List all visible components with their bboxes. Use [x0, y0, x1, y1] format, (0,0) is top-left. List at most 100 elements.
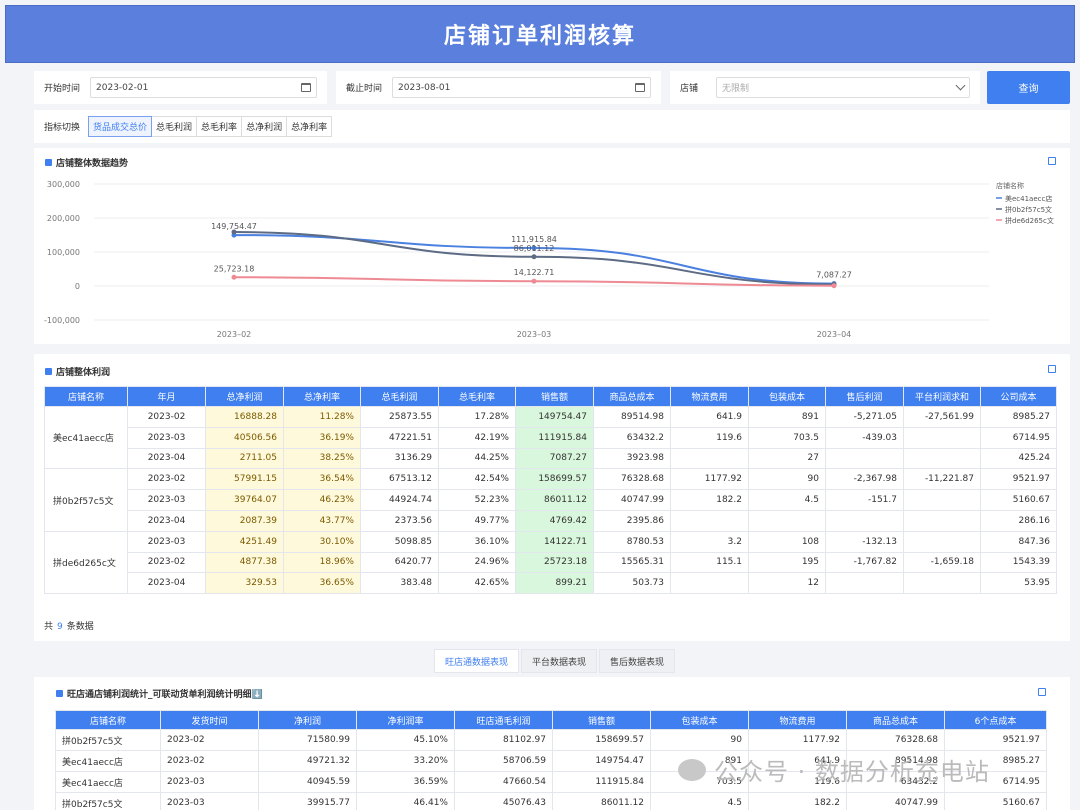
profit-col-header: 商品总成本: [593, 386, 671, 407]
table-cell: 36.65%: [283, 572, 361, 595]
legend-entry: 拼de6d265c文: [1005, 216, 1054, 225]
table-cell: 9521.97: [944, 729, 1047, 751]
table-row: 2023-03 39764.07 46.23% 44924.74 52.23% 86011…: [45, 489, 1057, 511]
watermark-text: 公众号 · 数据分析充电站: [714, 758, 990, 786]
tab-aftersale-data[interactable]: 售后数据表现: [599, 649, 676, 673]
profit-col-header: 公司成本: [980, 386, 1057, 407]
y-tick-label: 0: [75, 282, 80, 291]
table-cell: 46.41%: [356, 792, 455, 810]
data-point: [831, 283, 837, 289]
data-sub-tabs: 旺店通数据表现 平台数据表现 售后数据表现: [434, 649, 677, 673]
table-cell: 美ec41aecc店: [55, 750, 161, 772]
table-cell: 47660.54: [454, 771, 553, 793]
calendar-icon: [635, 83, 645, 92]
table-cell: 5160.67: [944, 792, 1047, 810]
tab-net-profit[interactable]: 总净利润: [241, 116, 288, 137]
tab-gross-margin[interactable]: 总毛利率: [196, 116, 243, 137]
export-icon[interactable]: [1038, 688, 1046, 696]
trend-title-text: 店铺整体数据趋势: [56, 159, 129, 169]
table-cell: 36.54%: [283, 468, 361, 491]
table-cell: 158699.57: [515, 468, 594, 491]
tab-wdt-data[interactable]: 旺店通数据表现: [434, 649, 520, 673]
table-cell: 4251.49: [205, 530, 284, 553]
table-cell: 57991.15: [205, 468, 284, 491]
profit-col-header: 物流费用: [670, 386, 749, 407]
table-cell: 6420.77: [360, 551, 439, 574]
table-cell: 45.10%: [356, 729, 455, 751]
table-cell: 44.25%: [438, 447, 516, 470]
table-cell: 49721.32: [258, 750, 357, 772]
detail-title-text: 旺店通店铺利润统计_可联动货单利润统计明细⬇️: [67, 690, 263, 700]
metric-switch-label: 指标切换: [44, 123, 81, 133]
table-cell: [825, 447, 904, 470]
detail-title: 旺店通店铺利润统计_可联动货单利润统计明细⬇️: [56, 687, 263, 700]
table-cell: 503.73: [593, 572, 671, 595]
table-cell: [825, 572, 904, 595]
table-cell: 76328.68: [593, 468, 671, 491]
tab-gross-profit[interactable]: 总毛利润: [151, 116, 198, 137]
data-label: 14,122.71: [514, 268, 555, 277]
tab-gmv[interactable]: 货品成交总价: [88, 116, 153, 137]
table-row: 拼0b2f57c5文 2023-03 39915.77 46.41% 45076.43 8…: [55, 792, 1047, 810]
table-cell: 15565.31: [593, 551, 671, 574]
detail-col-header: 店铺名称: [55, 710, 161, 730]
table-icon: [56, 690, 63, 697]
chart-icon: [45, 159, 52, 166]
table-cell: 119.6: [670, 426, 749, 449]
x-tick-label: 2023–02: [217, 330, 252, 339]
table-cell: 42.19%: [438, 426, 516, 449]
table-cell: 49.77%: [438, 509, 516, 532]
table-cell: 33.20%: [356, 750, 455, 772]
table-cell: 44924.74: [360, 489, 439, 511]
table-cell: 42.54%: [438, 468, 516, 491]
table-cell: -1,767.82: [825, 551, 904, 574]
table-cell: 63432.2: [593, 426, 671, 449]
data-label: 111,915.84: [511, 235, 557, 244]
table-row: 2023-04 2711.05 38.25% 3136.29 44.25% 7087.27…: [45, 447, 1057, 470]
end-date-input[interactable]: 2023-08-01: [392, 77, 651, 98]
detail-col-header: 净利润率: [356, 710, 455, 730]
export-icon[interactable]: [1048, 157, 1056, 165]
table-cell: 27: [748, 447, 826, 470]
export-icon[interactable]: [1048, 365, 1056, 373]
table-cell: 2087.39: [205, 509, 284, 532]
table-cell: 2023-02: [160, 750, 259, 772]
table-cell: 36.19%: [283, 426, 361, 449]
data-point: [231, 274, 237, 280]
store-name-cell: 拼0b2f57c5文: [44, 468, 128, 532]
query-button[interactable]: 查询: [987, 71, 1070, 104]
start-date-label: 开始时间: [44, 84, 81, 94]
table-cell: 2023-04: [127, 509, 206, 532]
table-cell: 24.96%: [438, 551, 516, 574]
table-cell: 71580.99: [258, 729, 357, 751]
table-row: 2023-04 329.53 36.65% 383.48 42.65% 899.21 503…: [45, 572, 1057, 595]
table-cell: 39764.07: [205, 489, 284, 511]
table-cell: 90: [650, 729, 749, 751]
profit-col-header: 销售额: [515, 386, 594, 407]
y-tick-label: 300,000: [47, 180, 80, 189]
table-cell: 286.16: [980, 509, 1057, 532]
table-cell: 46.23%: [283, 489, 361, 511]
table-cell: 7087.27: [515, 447, 594, 470]
start-date-input[interactable]: 2023-02-01: [90, 77, 317, 98]
data-point: [231, 229, 237, 235]
table-cell: 5098.85: [360, 530, 439, 553]
x-tick-label: 2023–04: [817, 330, 852, 339]
legend-entry: 美ec41aecc店: [1005, 194, 1052, 203]
start-date-value: 2023-02-01: [96, 82, 149, 93]
table-cell: 2023-02: [160, 729, 259, 751]
y-tick-label: 100,000: [47, 248, 80, 257]
detail-col-header: 销售额: [552, 710, 651, 730]
data-point: [531, 254, 537, 260]
table-cell: 47221.51: [360, 426, 439, 449]
store-select[interactable]: 无限制: [716, 77, 970, 98]
table-cell: 4877.38: [205, 551, 284, 574]
page-title: 店铺订单利润核算: [443, 24, 636, 49]
store-label: 店铺: [680, 84, 699, 94]
tab-net-margin[interactable]: 总净利率: [286, 116, 333, 137]
table-cell: 2395.86: [593, 509, 671, 532]
table-cell: 329.53: [205, 572, 284, 595]
table-cell: 17.28%: [438, 406, 516, 428]
table-cell: 3.2: [670, 530, 749, 553]
tab-platform-data[interactable]: 平台数据表现: [521, 649, 598, 673]
